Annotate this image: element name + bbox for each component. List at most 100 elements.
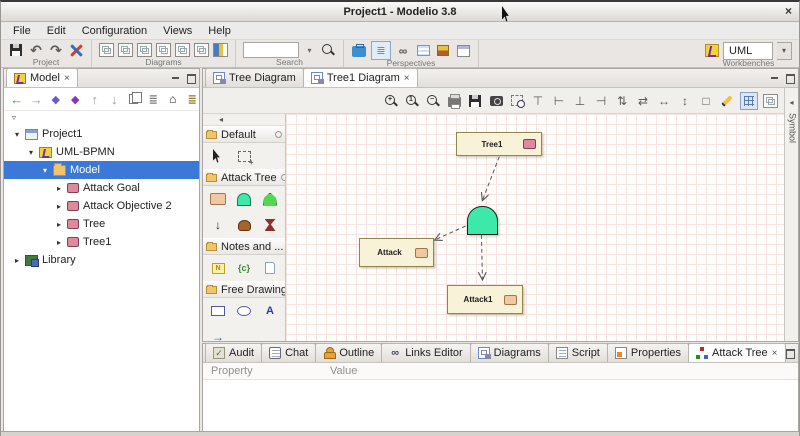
extra-perspective-button[interactable] bbox=[435, 43, 451, 58]
tree-item-model[interactable]: ▾ Model bbox=[4, 161, 199, 179]
configurator-button[interactable] bbox=[68, 43, 84, 58]
editor-tab-close-icon[interactable]: × bbox=[404, 73, 410, 84]
package-diagram-icon[interactable] bbox=[118, 43, 133, 57]
tab-properties[interactable]: Properties bbox=[606, 343, 690, 362]
zoom-out-button[interactable]: − bbox=[425, 93, 441, 109]
tab-attack-tree[interactable]: Attack Tree × bbox=[688, 343, 786, 362]
expand-arrow-icon[interactable]: ▸ bbox=[12, 256, 22, 265]
text-tool[interactable]: A bbox=[257, 301, 283, 321]
home-button[interactable]: ⌂ bbox=[166, 92, 180, 106]
expand-symbol-icon[interactable]: ◂ bbox=[785, 98, 798, 107]
redo-button[interactable]: ↷ bbox=[48, 42, 64, 58]
matrix-diagram-icon[interactable] bbox=[213, 43, 228, 57]
constraint-tool[interactable]: {c} bbox=[231, 258, 257, 278]
next-diamond-button[interactable]: ◆ bbox=[69, 93, 83, 106]
distribute-horizontal-button[interactable] bbox=[656, 93, 672, 109]
fit-frame-button[interactable] bbox=[698, 93, 714, 109]
and-gate-tool[interactable] bbox=[231, 189, 257, 209]
tab-audit[interactable]: ✓ Audit bbox=[205, 343, 263, 362]
matrix-perspective-button[interactable] bbox=[415, 43, 431, 58]
state-diagram-icon[interactable] bbox=[194, 43, 209, 57]
project-perspective-button[interactable] bbox=[351, 43, 367, 58]
link-tool[interactable]: ↓ bbox=[205, 215, 231, 235]
edge-gate-attack1[interactable] bbox=[481, 234, 482, 280]
previous-diamond-button[interactable]: ◆ bbox=[49, 93, 63, 106]
diagram-canvas[interactable]: Tree1 Attack Attack1 bbox=[286, 114, 784, 341]
maximize-panel-button[interactable] bbox=[186, 73, 196, 84]
search-dropdown-button[interactable]: ▾ bbox=[303, 42, 316, 58]
zoom-selection-button[interactable] bbox=[509, 93, 525, 109]
edge-tree1-gate[interactable] bbox=[482, 156, 500, 201]
expand-arrow-icon[interactable]: ▾ bbox=[40, 166, 50, 175]
tree-item-uml-bpmn[interactable]: ▾ UML-BPMN bbox=[4, 143, 199, 161]
page-setup-button[interactable] bbox=[763, 93, 778, 108]
model-tab-close-icon[interactable]: × bbox=[64, 73, 70, 84]
palette-collapse-button[interactable]: ◂ bbox=[203, 114, 285, 126]
node-and-gate[interactable] bbox=[467, 206, 498, 235]
zoom-original-button[interactable]: 1 bbox=[404, 93, 420, 109]
node-attack1[interactable]: Attack1 bbox=[447, 285, 523, 314]
tree-item-attack-objective-2[interactable]: ▸ Attack Objective 2 bbox=[4, 197, 199, 215]
tab-chat[interactable]: Chat bbox=[261, 343, 317, 362]
same-height-button[interactable] bbox=[614, 93, 630, 109]
tab-links-editor[interactable]: ∞ Links Editor bbox=[381, 343, 471, 362]
tree-item-tree[interactable]: ▸ Tree bbox=[4, 215, 199, 233]
window-close-button[interactable]: × bbox=[785, 4, 792, 18]
configure-content-button[interactable]: ≣ bbox=[186, 93, 200, 106]
save-project-button[interactable] bbox=[8, 43, 24, 58]
workbench-select[interactable]: UML bbox=[723, 41, 773, 60]
move-up-button[interactable]: ↑ bbox=[88, 92, 102, 107]
minimize-editor-button[interactable] bbox=[770, 73, 779, 82]
class-diagram-icon[interactable] bbox=[99, 43, 114, 57]
pin-icon[interactable] bbox=[280, 174, 285, 181]
distribute-vertical-button[interactable] bbox=[677, 93, 693, 109]
node-tree1[interactable]: Tree1 bbox=[456, 132, 542, 156]
print-button[interactable] bbox=[446, 93, 462, 109]
pin-icon[interactable] bbox=[275, 131, 282, 138]
column-property[interactable]: Property bbox=[203, 365, 330, 377]
maximize-editor-button[interactable] bbox=[785, 73, 795, 84]
menu-file[interactable]: File bbox=[5, 24, 39, 38]
palette-group-attack-tree[interactable]: Attack Tree bbox=[203, 169, 285, 186]
bottom-tab-close-icon[interactable]: × bbox=[772, 348, 778, 359]
undo-button[interactable]: ↶ bbox=[28, 42, 44, 58]
marquee-tool[interactable] bbox=[231, 146, 257, 167]
flat-view-button[interactable]: ≣ bbox=[147, 93, 161, 106]
note-tool[interactable]: N bbox=[205, 258, 231, 278]
countermeasure-tool[interactable] bbox=[257, 215, 283, 235]
node-attack[interactable]: Attack bbox=[359, 238, 434, 267]
ellipse-tool[interactable] bbox=[231, 301, 257, 321]
select-tool[interactable] bbox=[205, 146, 231, 166]
palette-group-free-drawing[interactable]: Free Drawing bbox=[203, 281, 285, 298]
document-tool[interactable] bbox=[257, 258, 283, 278]
dome-node-tool[interactable] bbox=[231, 215, 257, 235]
tab-diagrams[interactable]: Diagrams bbox=[469, 343, 549, 362]
property-table-body[interactable] bbox=[203, 380, 798, 432]
workbench-dropdown-button[interactable]: ▾ bbox=[777, 41, 792, 60]
tree-item-library[interactable]: ▸ Library bbox=[4, 251, 199, 269]
palette-group-notes[interactable]: Notes and ... bbox=[203, 238, 285, 255]
tree-item-project1[interactable]: ▾ Project1 bbox=[4, 125, 199, 143]
rectangle-tool[interactable] bbox=[205, 301, 231, 321]
maximize-bottom-panel-button[interactable] bbox=[785, 348, 795, 359]
edge-gate-attack[interactable] bbox=[435, 225, 466, 240]
align-top-button[interactable] bbox=[530, 93, 546, 109]
tab-tree1-diagram[interactable]: Tree1 Diagram × bbox=[302, 68, 418, 87]
back-button[interactable]: ← bbox=[10, 92, 24, 107]
window-perspective-button[interactable] bbox=[455, 43, 471, 58]
composite-diagram-icon[interactable] bbox=[156, 43, 171, 57]
forward-button[interactable]: → bbox=[30, 92, 44, 107]
tab-model[interactable]: Model × bbox=[6, 68, 78, 87]
column-value[interactable]: Value bbox=[330, 365, 357, 377]
activity-diagram-icon[interactable] bbox=[175, 43, 190, 57]
zoom-in-button[interactable]: + bbox=[383, 93, 399, 109]
menu-help[interactable]: Help bbox=[200, 24, 239, 38]
copy-view-button[interactable] bbox=[127, 92, 143, 104]
usecase-diagram-icon[interactable] bbox=[137, 43, 152, 57]
tab-script[interactable]: Script bbox=[547, 343, 608, 362]
tab-tree-diagram[interactable]: Tree Diagram bbox=[205, 68, 304, 87]
palette-group-default[interactable]: Default bbox=[203, 126, 285, 143]
expand-arrow-icon[interactable]: ▾ bbox=[12, 130, 22, 139]
or-gate-tool[interactable] bbox=[257, 189, 283, 209]
line-tool[interactable]: → bbox=[205, 327, 231, 341]
